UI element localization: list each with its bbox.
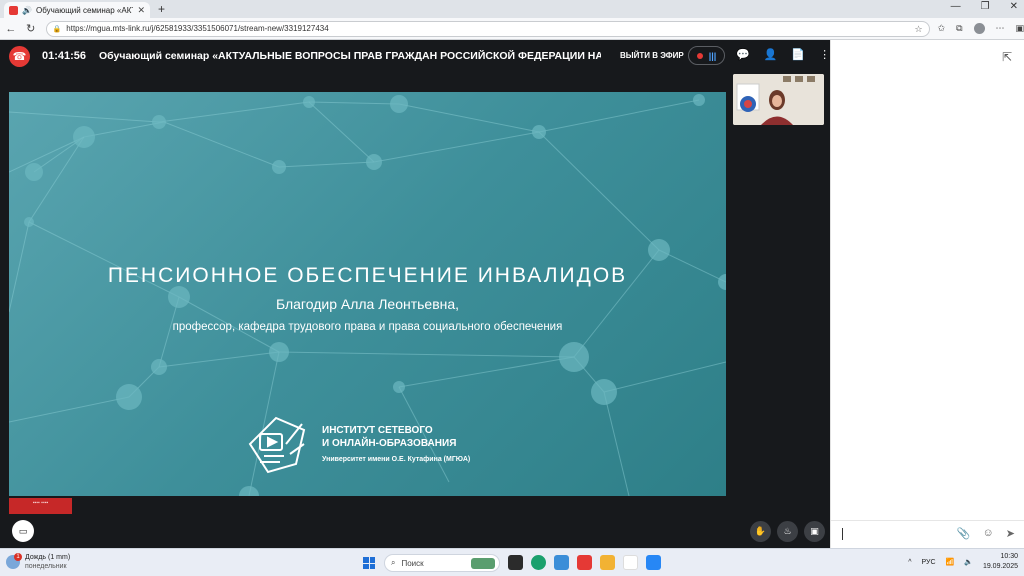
- url-text: https://mgua.mts-link.ru/j/62581933/3351…: [66, 24, 329, 33]
- task-view-icon[interactable]: [508, 555, 523, 570]
- system-tray: ^ РУС 📶 🔈 10:30 19.09.2025: [908, 552, 1018, 572]
- back-icon[interactable]: ←: [2, 23, 20, 35]
- maximize-icon[interactable]: ❐: [981, 1, 990, 12]
- pip-icon: ▣: [810, 526, 819, 536]
- new-tab-icon[interactable]: +: [158, 2, 165, 16]
- chat-icon[interactable]: 💬: [736, 48, 750, 61]
- picture-in-picture-button[interactable]: ▣: [804, 521, 825, 542]
- favorites-icon[interactable]: ✩: [938, 23, 946, 34]
- browser-tab[interactable]: 🔊 Обучающий семинар «АКТУАЛ ✕: [4, 2, 150, 18]
- language-indicator[interactable]: РУС: [921, 559, 935, 566]
- url-field[interactable]: 🔒 https://mgua.mts-link.ru/j/62581933/33…: [45, 20, 930, 37]
- extensions-icon[interactable]: ⧉: [956, 23, 962, 34]
- send-icon[interactable]: ➤: [1006, 527, 1015, 540]
- close-window-icon[interactable]: ✕: [1010, 1, 1018, 12]
- weather-widget[interactable]: 1 Дождь (1 mm) понедельник: [6, 553, 70, 571]
- stream-timer: 01:41:56: [42, 50, 87, 62]
- institute-emblem-icon: [248, 416, 306, 474]
- yandex-browser-icon[interactable]: [623, 555, 638, 570]
- presentation-slide: ПЕНСИОННОЕ ОБЕСПЕЧЕНИЕ ИНВАЛИДОВ Благоди…: [9, 92, 726, 496]
- windows-taskbar: 1 Дождь (1 mm) понедельник ⌕ Поиск ^ РУС…: [0, 548, 1024, 576]
- wifi-icon[interactable]: 📶: [946, 558, 955, 566]
- settings-more-icon[interactable]: ⋯: [996, 23, 1005, 34]
- file-explorer-icon[interactable]: [600, 555, 615, 570]
- slide-author-role: профессор, кафедра трудового права и пра…: [172, 321, 563, 333]
- lock-icon[interactable]: 🔒: [53, 25, 62, 33]
- stream-top-bar: ☎ 01:41:56 Обучающий семинар «АКТУАЛЬНЫЕ…: [0, 40, 830, 73]
- hand-icon: ✋: [754, 526, 767, 536]
- profile-avatar-icon[interactable]: [973, 23, 985, 34]
- weather-text: Дождь (1 mm) понедельник: [25, 553, 70, 571]
- recording-mic-toggle[interactable]: |||: [688, 46, 725, 65]
- taskbar-search[interactable]: ⌕ Поиск: [384, 554, 500, 572]
- presenter-label-strip: ▪▪▪▪ ▪▪▪▪: [9, 498, 72, 514]
- attach-icon[interactable]: 📎: [957, 527, 971, 540]
- weather-title: Дождь (1 mm): [25, 554, 71, 561]
- audio-level-icon: |||: [708, 50, 717, 61]
- text-caret: [842, 528, 843, 540]
- edge-browser-icon[interactable]: [531, 555, 546, 570]
- clock-date: 19.09.2025: [982, 563, 1018, 570]
- stream-title: Обучающий семинар «АКТУАЛЬНЫЕ ВОПРОСЫ ПР…: [99, 50, 601, 62]
- window-controls: — ❐ ✕: [951, 1, 1018, 12]
- go-on-air-button[interactable]: ВЫЙТИ В ЭФИР: [620, 51, 684, 60]
- vk-app-icon[interactable]: [646, 555, 661, 570]
- participants-icon[interactable]: 👤: [764, 48, 778, 61]
- chat-input-area[interactable]: 📎 ☺ ➤: [831, 520, 1024, 548]
- search-highlight-image: [471, 558, 495, 569]
- photos-app-icon[interactable]: [554, 555, 569, 570]
- more-vertical-icon[interactable]: ⋮: [819, 48, 830, 61]
- weather-badge: 1: [14, 553, 22, 561]
- subtitles-icon: ▭: [18, 525, 28, 536]
- weather-day: понедельник: [25, 563, 67, 570]
- clock-time: 10:30: [1000, 553, 1018, 560]
- popout-icon[interactable]: ⇱: [1002, 50, 1012, 64]
- chat-input-icons: 📎 ☺ ➤: [957, 527, 1015, 540]
- reactions-button[interactable]: ♨: [777, 521, 798, 542]
- stream-bottom-controls: ✋ ♨ ▣: [750, 521, 825, 542]
- taskbar-apps: [508, 555, 661, 570]
- reload-icon[interactable]: ↻: [22, 22, 40, 35]
- speaker-camera-thumbnail[interactable]: [733, 74, 824, 125]
- file-icon[interactable]: 📄: [791, 48, 805, 61]
- stream-top-icons: 💬 👤 📄 ⋮: [736, 48, 830, 61]
- slide-author: Благодир Алла Леонтьевна,: [275, 296, 460, 312]
- phone-hangup-icon: ☎: [12, 51, 27, 63]
- site-favicon-icon: [9, 5, 18, 15]
- minimize-icon[interactable]: —: [951, 1, 961, 12]
- bookmark-star-icon[interactable]: ☆: [914, 24, 922, 35]
- address-bar-row: ← ↻ 🔒 https://mgua.mts-link.ru/j/6258193…: [0, 18, 1024, 40]
- search-icon: ⌕: [391, 558, 396, 567]
- raise-hand-button[interactable]: ✋: [750, 521, 771, 542]
- chat-toggle-button[interactable]: ▭: [12, 520, 34, 542]
- slide-title: ПЕНСИОННОЕ ОБЕСПЕЧЕНИЕ ИНВАЛИДОВ: [107, 264, 628, 287]
- mts-link-app-icon[interactable]: [577, 555, 592, 570]
- stream-area: ☎ 01:41:56 Обучающий семинар «АКТУАЛЬНЫЕ…: [0, 40, 830, 548]
- institute-name: ИНСТИТУТ СЕТЕВОГО И ОНЛАЙН-ОБРАЗОВАНИЯ: [322, 424, 522, 450]
- volume-icon[interactable]: 🔈: [964, 558, 973, 566]
- system-clock[interactable]: 10:30 19.09.2025: [983, 552, 1018, 572]
- recording-dot-icon: [696, 52, 703, 59]
- tab-title: Обучающий семинар «АКТУАЛ: [35, 5, 133, 15]
- institute-logo: ИНСТИТУТ СЕТЕВОГО И ОНЛАЙН-ОБРАЗОВАНИЯ У…: [246, 414, 526, 476]
- speaker-icon[interactable]: 🔊: [22, 6, 32, 15]
- weather-rain-icon: 1: [6, 553, 22, 569]
- browser-tab-bar: 🔊 Обучающий семинар «АКТУАЛ ✕ + — ❐ ✕: [0, 0, 1024, 18]
- end-call-button[interactable]: ☎: [9, 46, 30, 67]
- chat-side-panel: ⇱ 📎 ☺ ➤: [830, 40, 1024, 548]
- institute-name-line2: И ОНЛАЙН-ОБРАЗОВАНИЯ: [322, 438, 457, 449]
- browser-toolbar-icons: ✩ ⧉ ⋯ ▣: [938, 23, 1024, 34]
- search-placeholder: Поиск: [401, 558, 424, 568]
- windows-start-icon[interactable]: [363, 557, 375, 569]
- tray-expand-icon[interactable]: ^: [908, 559, 911, 566]
- institute-name-line1: ИНСТИТУТ СЕТЕВОГО: [322, 425, 433, 436]
- emoji-icon[interactable]: ☺: [983, 527, 994, 540]
- close-tab-icon[interactable]: ✕: [137, 5, 145, 16]
- speaker-video-image: [733, 74, 824, 125]
- sidebar-toggle-icon[interactable]: ▣: [1016, 23, 1024, 34]
- university-name: Университет имени О.Е. Кутафина (МГЮА): [322, 456, 471, 463]
- flame-icon: ♨: [783, 526, 792, 536]
